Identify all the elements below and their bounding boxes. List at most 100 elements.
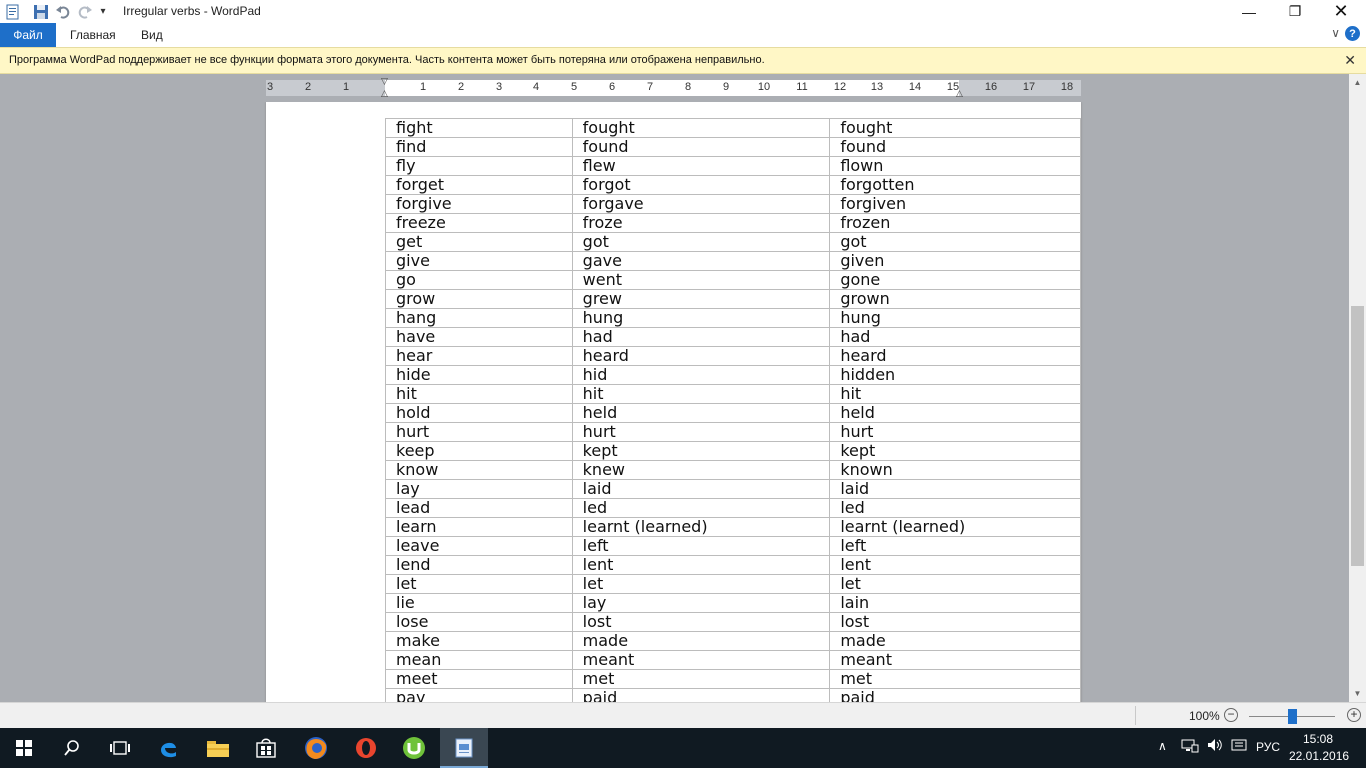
ribbon-collapse-icon[interactable]: ∨	[1331, 26, 1340, 40]
table-row[interactable]: have had had	[385, 327, 1081, 347]
edge-icon[interactable]	[144, 728, 192, 768]
table-row[interactable]: lie lay lain	[385, 593, 1081, 613]
base-form-cell[interactable]: hit	[385, 384, 573, 404]
past-simple-cell[interactable]: paid	[571, 688, 831, 702]
table-row[interactable]: go went gone	[385, 270, 1081, 290]
past-participle-cell[interactable]: made	[829, 631, 1081, 651]
past-participle-cell[interactable]: forgotten	[829, 175, 1081, 195]
clock-date[interactable]: 22.01.2016	[1289, 749, 1349, 763]
base-form-cell[interactable]: hide	[385, 365, 573, 385]
show-hidden-icons-icon[interactable]: ∧	[1158, 739, 1167, 753]
store-icon[interactable]	[242, 728, 290, 768]
past-participle-cell[interactable]: fought	[829, 118, 1081, 138]
clock-time[interactable]: 15:08	[1296, 732, 1340, 746]
table-row[interactable]: hide hid hidden	[385, 365, 1081, 385]
past-simple-cell[interactable]: hurt	[571, 422, 831, 442]
base-form-cell[interactable]: meet	[385, 669, 573, 689]
base-form-cell[interactable]: keep	[385, 441, 573, 461]
scroll-up-icon[interactable]: ▲	[1349, 74, 1366, 91]
undo-icon[interactable]	[54, 2, 72, 21]
past-simple-cell[interactable]: hid	[571, 365, 831, 385]
table-row[interactable]: keep kept kept	[385, 441, 1081, 461]
utorrent-icon[interactable]	[390, 728, 438, 768]
table-row[interactable]: hit hit hit	[385, 384, 1081, 404]
base-form-cell[interactable]: hold	[385, 403, 573, 423]
past-participle-cell[interactable]: led	[829, 498, 1081, 518]
info-bar-close-icon[interactable]: ✕	[1344, 52, 1356, 69]
left-indent-marker[interactable]: △	[381, 88, 388, 99]
past-simple-cell[interactable]: hit	[571, 384, 831, 404]
close-icon[interactable]: ✕	[1318, 0, 1364, 23]
past-participle-cell[interactable]: flown	[829, 156, 1081, 176]
past-simple-cell[interactable]: grew	[571, 289, 831, 309]
past-simple-cell[interactable]: hung	[571, 308, 831, 328]
document-page[interactable]: fight fought fought find found found fly flew fl…	[266, 102, 1081, 702]
past-simple-cell[interactable]: found	[571, 137, 831, 157]
help-icon[interactable]: ?	[1345, 26, 1360, 41]
scroll-down-icon[interactable]: ▼	[1349, 685, 1366, 702]
search-icon[interactable]	[48, 728, 96, 768]
table-row[interactable]: meet met met	[385, 669, 1081, 689]
table-row[interactable]: pay paid paid	[385, 688, 1081, 702]
past-participle-cell[interactable]: left	[829, 536, 1081, 556]
past-participle-cell[interactable]: known	[829, 460, 1081, 480]
table-row[interactable]: hold held held	[385, 403, 1081, 423]
input-language[interactable]: РУС	[1256, 740, 1280, 754]
restore-icon[interactable]: ❐	[1272, 0, 1318, 23]
irregular-verbs-table[interactable]: fight fought fought find found found fly flew fl…	[385, 118, 1081, 702]
past-simple-cell[interactable]: went	[571, 270, 831, 290]
past-participle-cell[interactable]: kept	[829, 441, 1081, 461]
opera-icon[interactable]	[342, 728, 390, 768]
table-row[interactable]: let let let	[385, 574, 1081, 594]
past-simple-cell[interactable]: had	[571, 327, 831, 347]
past-simple-cell[interactable]: fought	[571, 118, 831, 138]
base-form-cell[interactable]: leave	[385, 536, 573, 556]
base-form-cell[interactable]: find	[385, 137, 573, 157]
past-simple-cell[interactable]: met	[571, 669, 831, 689]
table-row[interactable]: forget forgot forgotten	[385, 175, 1081, 195]
base-form-cell[interactable]: forgive	[385, 194, 573, 214]
base-form-cell[interactable]: fight	[385, 118, 573, 138]
table-row[interactable]: fight fought fought	[385, 118, 1081, 138]
past-simple-cell[interactable]: lost	[571, 612, 831, 632]
firefox-icon[interactable]	[292, 728, 340, 768]
base-form-cell[interactable]: have	[385, 327, 573, 347]
past-simple-cell[interactable]: lent	[571, 555, 831, 575]
past-simple-cell[interactable]: got	[571, 232, 831, 252]
past-simple-cell[interactable]: left	[571, 536, 831, 556]
zoom-out-icon[interactable]: −	[1224, 708, 1238, 722]
zoom-slider-thumb[interactable]	[1288, 709, 1297, 724]
table-row[interactable]: freeze froze frozen	[385, 213, 1081, 233]
table-row[interactable]: hang hung hung	[385, 308, 1081, 328]
past-simple-cell[interactable]: led	[571, 498, 831, 518]
past-participle-cell[interactable]: learnt (learned)	[829, 517, 1081, 537]
past-simple-cell[interactable]: kept	[571, 441, 831, 461]
past-participle-cell[interactable]: given	[829, 251, 1081, 271]
minimize-icon[interactable]: —	[1226, 0, 1272, 23]
base-form-cell[interactable]: lay	[385, 479, 573, 499]
past-simple-cell[interactable]: made	[571, 631, 831, 651]
scrollbar-thumb[interactable]	[1351, 306, 1364, 566]
table-row[interactable]: forgive forgave forgiven	[385, 194, 1081, 214]
past-participle-cell[interactable]: found	[829, 137, 1081, 157]
past-simple-cell[interactable]: lay	[571, 593, 831, 613]
task-view-icon[interactable]	[96, 728, 144, 768]
table-row[interactable]: hear heard heard	[385, 346, 1081, 366]
past-simple-cell[interactable]: held	[571, 403, 831, 423]
table-row[interactable]: get got got	[385, 232, 1081, 252]
past-simple-cell[interactable]: gave	[571, 251, 831, 271]
base-form-cell[interactable]: mean	[385, 650, 573, 670]
past-participle-cell[interactable]: heard	[829, 346, 1081, 366]
horizontal-ruler[interactable]: 3 2 1 1 2 3 4 5 6 7 8 9 10 11 12 13 14 1…	[266, 76, 1081, 99]
past-simple-cell[interactable]: forgot	[571, 175, 831, 195]
past-simple-cell[interactable]: heard	[571, 346, 831, 366]
past-simple-cell[interactable]: forgave	[571, 194, 831, 214]
base-form-cell[interactable]: learn	[385, 517, 573, 537]
table-row[interactable]: fly flew flown	[385, 156, 1081, 176]
past-participle-cell[interactable]: let	[829, 574, 1081, 594]
past-simple-cell[interactable]: laid	[571, 479, 831, 499]
base-form-cell[interactable]: lose	[385, 612, 573, 632]
table-row[interactable]: lose lost lost	[385, 612, 1081, 632]
past-participle-cell[interactable]: got	[829, 232, 1081, 252]
past-simple-cell[interactable]: froze	[571, 213, 831, 233]
